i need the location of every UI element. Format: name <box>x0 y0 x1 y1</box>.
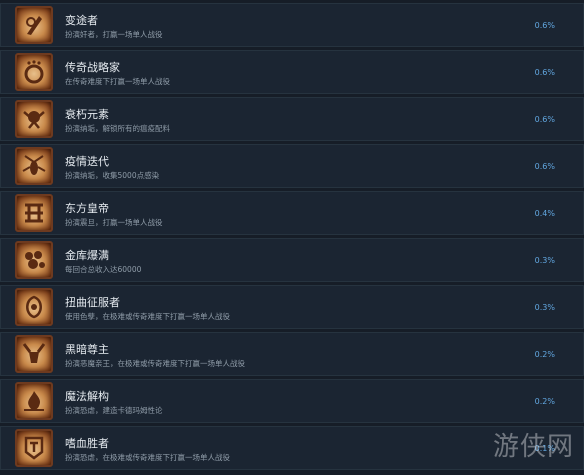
achievement-title: 扭曲征服者 <box>65 296 120 309</box>
blood-banner-icon <box>15 429 53 467</box>
achievement-description: 扮演恶魔亲王，在极难或传奇难度下打赢一场单人战役 <box>65 359 245 368</box>
achievement-description: 每回合总收入达60000 <box>65 265 142 274</box>
blade-emblem-icon <box>15 6 53 44</box>
achievement-row[interactable]: 扭曲征服者 使用色孽，在极难或传奇难度下打赢一场单人战役 0.3% <box>0 285 584 329</box>
achievement-row[interactable]: 黑暗尊主 扮演恶魔亲王，在极难或传奇难度下打赢一场单人战役 0.2% <box>0 332 584 376</box>
watermark: 游侠网 <box>492 432 574 462</box>
achievement-title: 变途者 <box>65 14 98 27</box>
achievement-row[interactable]: 变途者 扮演奸者，打赢一场单人战役 0.6% <box>0 3 584 47</box>
achievement-title: 疫情迭代 <box>65 155 109 168</box>
achievement-row[interactable]: 衰朽元素 扮演纳垢，解锁所有的瘟疫配料 0.6% <box>0 97 584 141</box>
gold-coins-icon <box>15 241 53 279</box>
achievement-description: 使用色孽，在极难或传奇难度下打赢一场单人战役 <box>65 312 230 321</box>
achievement-title: 传奇战略家 <box>65 61 120 74</box>
horned-demon-icon <box>15 335 53 373</box>
achievement-percent: 0.3% <box>534 256 555 265</box>
achievement-row[interactable]: 疫情迭代 扮演纳垢，收集5000点感染 0.6% <box>0 144 584 188</box>
eastern-glyph-icon <box>15 194 53 232</box>
achievement-title: 金库爆满 <box>65 249 109 262</box>
achievement-percent: 0.4% <box>534 209 555 218</box>
achievement-percent: 0.6% <box>534 21 555 30</box>
plague-fly-icon <box>15 147 53 185</box>
achievement-percent: 0.2% <box>534 397 555 406</box>
achievement-row[interactable]: 魔法解构 扮演恐虐，建造卡德玛姆性论 0.2% <box>0 379 584 423</box>
skull-crest-icon <box>15 100 53 138</box>
achievement-row[interactable]: 金库爆满 每回合总收入达60000 0.3% <box>0 238 584 282</box>
achievement-row[interactable]: 东方皇帝 扮演震旦，打赢一场单人战役 0.4% <box>0 191 584 235</box>
achievement-title: 东方皇帝 <box>65 202 109 215</box>
achievement-description: 扮演纳垢，收集5000点感染 <box>65 171 160 180</box>
achievement-percent: 0.6% <box>534 115 555 124</box>
achievement-title: 黑暗尊主 <box>65 343 109 356</box>
achievement-row[interactable]: 传奇战略家 在传奇难度下打赢一场单人战役 0.6% <box>0 50 584 94</box>
twisted-sigil-icon <box>15 288 53 326</box>
laurel-wreath-icon <box>15 53 53 91</box>
achievement-description: 扮演恐虐，建造卡德玛姆性论 <box>65 406 163 415</box>
achievement-percent: 0.2% <box>534 350 555 359</box>
achievement-list: 变途者 扮演奸者，打赢一场单人战役 0.6% 传奇战略家 在传奇难度下打赢一场单… <box>0 0 584 473</box>
achievement-description: 扮演恐虐，在极难或传奇难度下打赢一场单人战役 <box>65 453 230 462</box>
achievement-title: 嗜血胜者 <box>65 437 109 450</box>
achievement-percent: 0.6% <box>534 162 555 171</box>
achievement-title: 衰朽元素 <box>65 108 109 121</box>
achievement-title: 魔法解构 <box>65 390 109 403</box>
achievement-description: 在传奇难度下打赢一场单人战役 <box>65 77 170 86</box>
achievement-description: 扮演奸者，打赢一场单人战役 <box>65 30 163 39</box>
achievement-description: 扮演震旦，打赢一场单人战役 <box>65 218 163 227</box>
achievement-percent: 0.6% <box>534 68 555 77</box>
achievement-description: 扮演纳垢，解锁所有的瘟疫配料 <box>65 124 170 133</box>
chaos-flame-icon <box>15 382 53 420</box>
achievement-percent: 0.3% <box>534 303 555 312</box>
